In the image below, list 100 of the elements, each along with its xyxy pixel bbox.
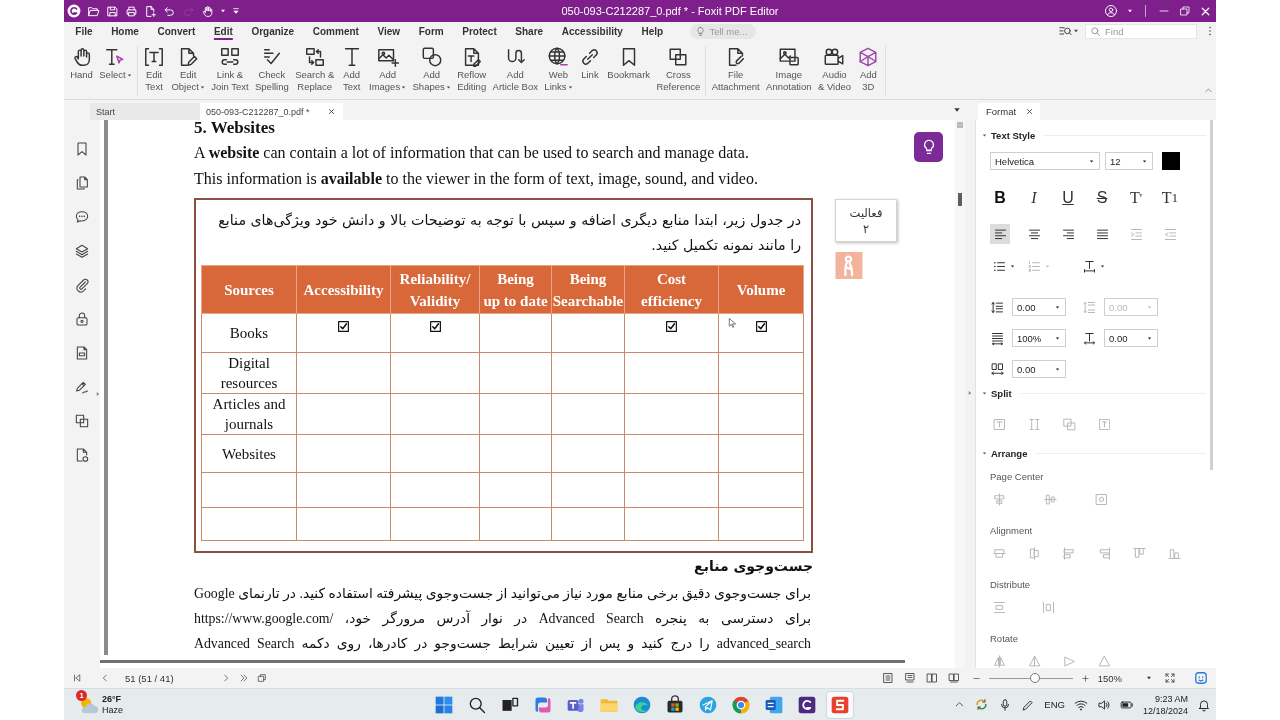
tool-button[interactable]: Link & Join Text — [208, 46, 252, 96]
double-chevron-icon[interactable] — [238, 673, 249, 683]
bell-icon[interactable] — [1197, 697, 1211, 712]
menu-tab[interactable]: File — [66, 23, 102, 39]
tool-button[interactable]: Add Text — [337, 46, 366, 96]
undo-icon[interactable] — [163, 4, 176, 18]
tool-button[interactable]: Web Links — [541, 46, 576, 96]
text-style-button[interactable]: B — [990, 187, 1010, 209]
caret-icon[interactable] — [1127, 8, 1133, 14]
chat-face-icon[interactable] — [1194, 671, 1208, 685]
tool-button[interactable]: Add Images — [365, 46, 410, 96]
text-style-button[interactable]: S — [1092, 187, 1112, 209]
clock-date[interactable]: 12/18/2024 — [1142, 704, 1188, 717]
print-icon[interactable] — [125, 4, 138, 18]
sync-circle-icon[interactable] — [974, 697, 990, 712]
font-dropdown[interactable]: Helvetica — [990, 152, 1100, 170]
caret-icon[interactable] — [953, 106, 961, 114]
language-indicator[interactable]: ENG — [1044, 699, 1065, 710]
wifi-icon[interactable] — [1073, 697, 1088, 712]
close-icon[interactable] — [1026, 108, 1033, 115]
zoom-dropdown[interactable]: 150% — [1097, 672, 1122, 684]
chevron-up-icon[interactable] — [954, 699, 966, 710]
comment-icon[interactable] — [74, 209, 90, 225]
menu-tab[interactable]: Organize — [242, 23, 304, 39]
restore-icon[interactable] — [1179, 5, 1191, 17]
color-swatch-icon[interactable] — [1162, 152, 1180, 170]
spacing-dropdown[interactable]: 0.00 — [1012, 298, 1066, 316]
tool-button[interactable]: Add Article Box — [489, 46, 542, 96]
two-pages-icon[interactable] — [925, 672, 938, 684]
panel-tab[interactable]: Format — [978, 103, 1040, 120]
spacing-dropdown[interactable]: 100% — [1012, 329, 1066, 347]
bookmark-icon[interactable] — [74, 141, 90, 157]
first-page-icon[interactable] — [72, 673, 82, 683]
tool-button[interactable]: Add 3D — [854, 46, 883, 96]
tool-button[interactable]: Edit Text — [139, 46, 169, 96]
vertical-scrollbar[interactable] — [955, 120, 965, 668]
close-icon[interactable] — [1200, 5, 1211, 17]
paperclip-icon[interactable] — [74, 277, 90, 293]
assistant-button[interactable] — [914, 132, 943, 162]
scrollbar-thumb[interactable] — [1210, 120, 1213, 470]
menu-tab[interactable]: Share — [506, 23, 553, 39]
save-icon[interactable] — [106, 4, 119, 18]
menu-tab[interactable]: Form — [409, 23, 453, 39]
tool-button[interactable]: Cross Reference — [653, 46, 704, 96]
caret-icon[interactable] — [1073, 28, 1079, 34]
slider-thumb[interactable] — [1029, 673, 1040, 683]
lock-icon[interactable] — [74, 311, 90, 327]
new-document-icon[interactable] — [144, 4, 157, 18]
plus-icon[interactable] — [1080, 673, 1090, 683]
document-badge-icon[interactable] — [74, 447, 90, 463]
menu-tab[interactable]: Help — [632, 23, 673, 39]
copy-pages-icon[interactable] — [256, 673, 267, 683]
caret-right-icon[interactable] — [95, 391, 101, 397]
form-document-icon[interactable] — [74, 345, 90, 361]
tool-button[interactable]: Audio & Video — [814, 46, 855, 96]
chevron-left-icon[interactable] — [100, 673, 110, 683]
document-tab[interactable]: 050-093-C212287_0.pdf * — [200, 103, 343, 120]
pen-scribble-icon[interactable] — [74, 379, 90, 395]
caret-right-icon[interactable] — [967, 390, 973, 396]
split-pages-icon[interactable] — [947, 672, 960, 684]
text-style-button[interactable]: U — [1058, 187, 1078, 209]
folder-open-icon[interactable] — [87, 4, 100, 18]
menu-tab[interactable]: Home — [101, 23, 149, 39]
hand-icon[interactable] — [201, 4, 214, 18]
tool-button[interactable]: Link — [575, 46, 605, 96]
spacing-dropdown[interactable]: 0.00 — [1104, 329, 1158, 347]
tool-button[interactable]: Hand — [67, 46, 97, 96]
page-number-field[interactable]: 51 (51 / 41) — [122, 671, 177, 685]
document-tab[interactable]: Start — [90, 103, 200, 120]
paragraph-format-button[interactable] — [990, 224, 1010, 244]
user-circle-icon[interactable] — [1104, 4, 1118, 18]
tool-button[interactable]: Check Spelling — [251, 46, 292, 96]
tool-button[interactable]: File Attachment — [708, 46, 763, 96]
tool-button[interactable]: Add Shapes — [409, 46, 454, 96]
spacing-dropdown[interactable]: 0.00 — [1012, 360, 1066, 378]
caret-icon[interactable] — [220, 8, 226, 14]
single-page-icon[interactable] — [881, 672, 894, 684]
pen-icon[interactable] — [1021, 697, 1036, 712]
menu-tab[interactable]: Convert — [148, 23, 205, 39]
dropdown-line-icon[interactable] — [232, 7, 240, 15]
tool-button[interactable]: Bookmark — [604, 46, 654, 96]
tool-button[interactable]: Search & Replace — [292, 46, 338, 96]
overlap-squares-icon[interactable] — [74, 413, 90, 429]
menu-tab[interactable]: Comment — [303, 23, 369, 39]
pages-icon[interactable] — [74, 175, 90, 191]
text-style-button[interactable]: I — [1024, 187, 1044, 209]
scrollbar-thumb[interactable] — [100, 660, 905, 663]
close-icon[interactable] — [327, 108, 335, 115]
menu-tab[interactable]: Edit — [204, 23, 243, 39]
tool-button[interactable]: Edit Object — [168, 46, 209, 96]
page-lines-icon[interactable] — [903, 672, 916, 684]
speaker-icon[interactable] — [1096, 697, 1111, 712]
scrollbar-thumb[interactable] — [958, 193, 962, 206]
tool-button[interactable]: Select — [96, 46, 135, 96]
size-dropdown[interactable]: 12 — [1105, 152, 1153, 170]
menu-tab[interactable]: View — [368, 23, 410, 39]
fit-screen-icon[interactable] — [1164, 672, 1176, 684]
tool-button[interactable]: Reflow Editing — [453, 46, 490, 96]
clock-time[interactable]: 9:23 AM — [1154, 692, 1188, 705]
menu-tab[interactable]: Protect — [453, 23, 507, 39]
